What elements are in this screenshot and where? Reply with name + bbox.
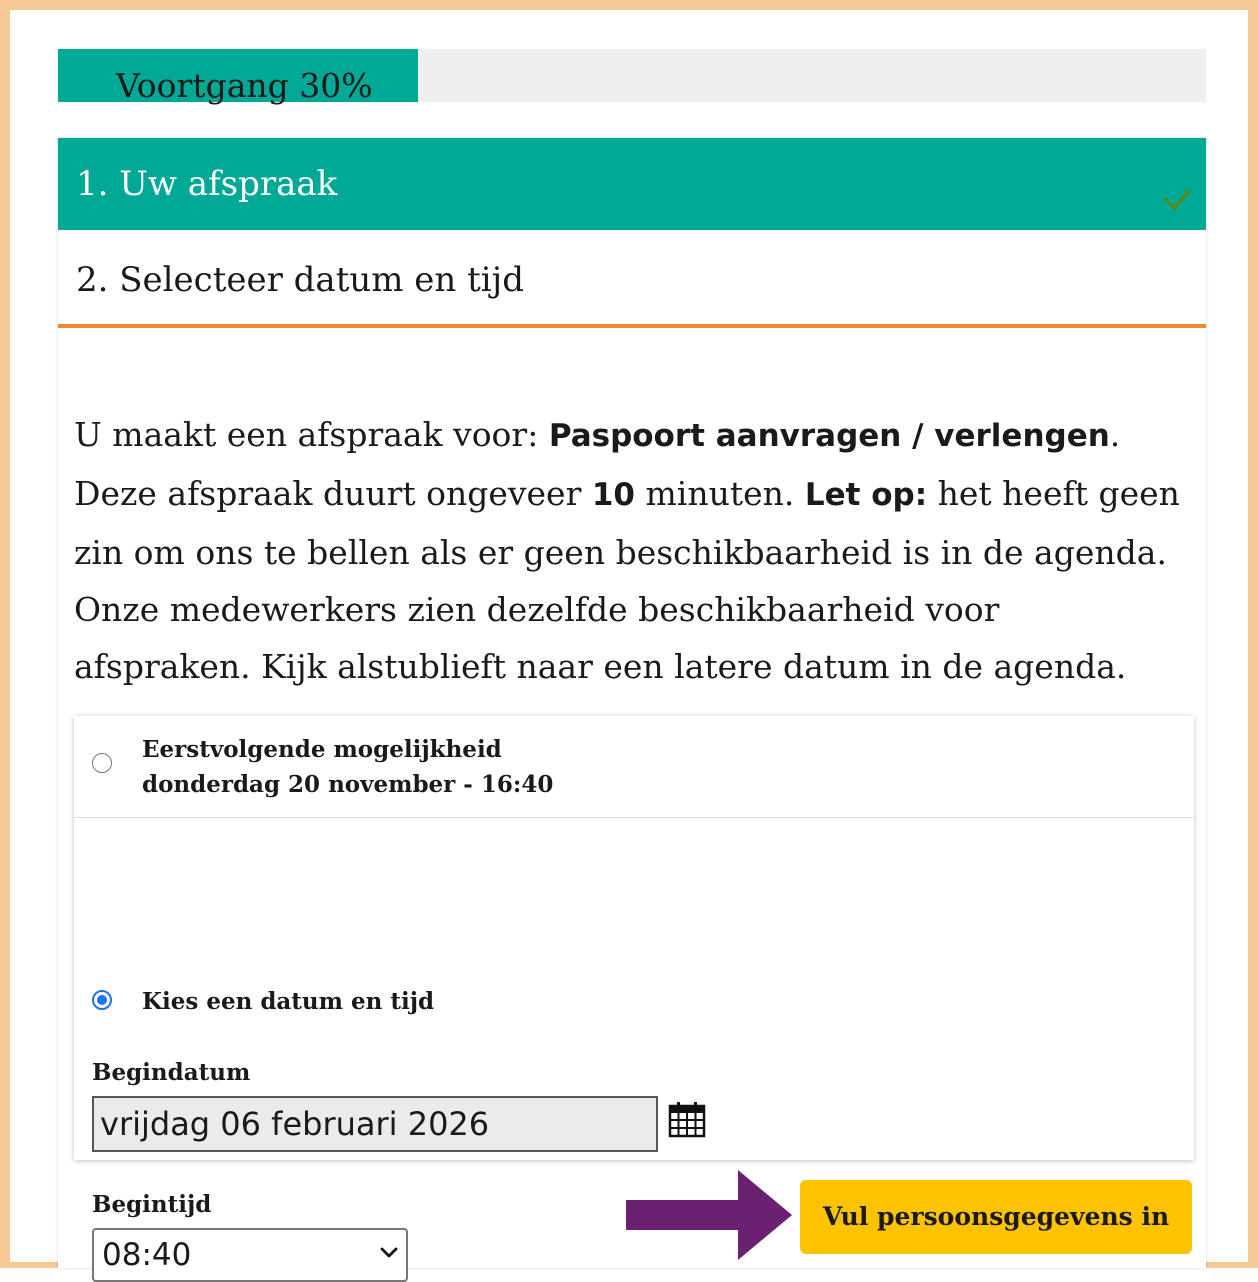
first-available-option[interactable]: Eerstvolgende mogelijkheid donderdag 20 … [74, 716, 1194, 818]
step-1-header[interactable]: 1. Uw afspraak [58, 138, 1206, 230]
step-2-label: 2. Selecteer datum en tijd [76, 260, 524, 300]
start-time-label: Begintijd [92, 1191, 212, 1218]
check-icon [1164, 189, 1191, 210]
progress-label: Voortgang 30% [116, 66, 373, 105]
first-available-datetime: donderdag 20 november - 16:40 [142, 771, 554, 798]
first-available-title: Eerstvolgende mogelijkheid [142, 736, 502, 763]
arrow-right-icon [626, 1170, 792, 1260]
date-options-card: Eerstvolgende mogelijkheid donderdag 20 … [74, 716, 1194, 1282]
start-date-label: Begindatum [92, 1059, 251, 1086]
intro-text: U maakt een afspraak voor: Paspoort aanv… [74, 406, 1184, 695]
intro-note-label: Let op: [804, 477, 928, 513]
intro-part-1: U maakt een afspraak voor: [74, 415, 549, 454]
step-1-label: 1. Uw afspraak [76, 164, 338, 204]
appointment-panel: 1. Uw afspraak 2. Selecteer datum en tij… [58, 138, 1206, 1282]
step-2-header[interactable]: 2. Selecteer datum en tijd [58, 230, 1206, 328]
chevron-down-icon [380, 1247, 398, 1258]
start-date-input[interactable]: vrijdag 06 februari 2026 [92, 1096, 658, 1152]
start-time-select[interactable]: 08:40 [92, 1228, 408, 1282]
intro-duration: 10 [591, 477, 635, 513]
calendar-icon[interactable] [668, 1100, 706, 1138]
intro-service: Paspoort aanvragen / verlengen [548, 418, 1110, 454]
intro-part-3: minuten. [635, 474, 805, 513]
choose-date-label[interactable]: Kies een datum en tijd [142, 984, 434, 1020]
fill-personal-details-button[interactable]: Vul persoonsgegevens in [800, 1180, 1192, 1254]
first-available-radio[interactable] [92, 753, 112, 773]
choose-date-radio[interactable] [92, 990, 112, 1010]
